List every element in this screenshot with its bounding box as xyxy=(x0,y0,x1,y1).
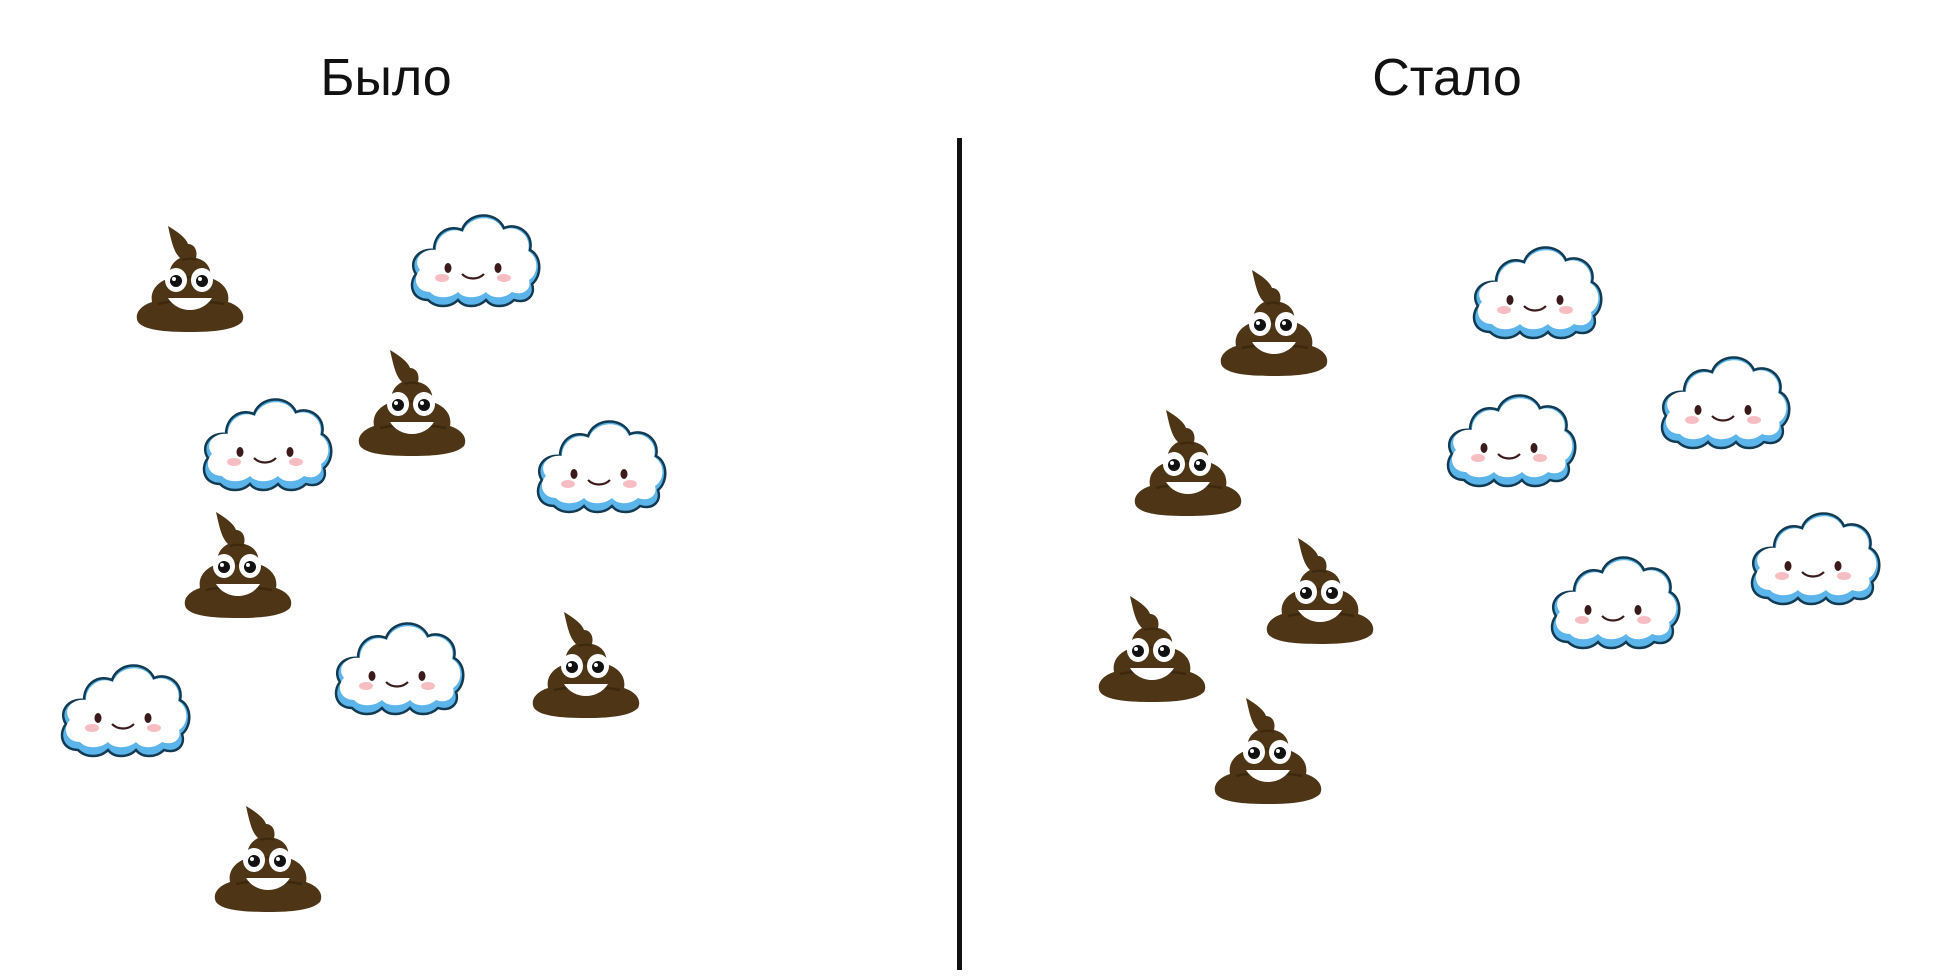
cloud-icon xyxy=(56,654,192,758)
cloud-icon xyxy=(198,388,334,492)
panel-title-before: Было xyxy=(320,49,452,107)
poop-icon xyxy=(1096,592,1208,702)
panel-title-after: Стало xyxy=(1372,49,1522,107)
poop-icon xyxy=(1212,694,1324,804)
poop-icon xyxy=(356,346,468,456)
poop-icon xyxy=(530,608,642,718)
poop-icon xyxy=(182,508,294,618)
cloud-icon xyxy=(1468,236,1604,340)
poop-icon xyxy=(1218,266,1330,376)
cloud-icon xyxy=(330,612,466,716)
cloud-icon xyxy=(1546,546,1682,650)
cloud-icon xyxy=(1656,346,1792,450)
cloud-icon xyxy=(1442,384,1578,488)
poop-icon xyxy=(134,222,246,332)
panel-divider xyxy=(957,138,962,970)
poop-icon xyxy=(212,802,324,912)
poop-icon xyxy=(1264,534,1376,644)
cloud-icon xyxy=(406,204,542,308)
cloud-icon xyxy=(532,410,668,514)
cloud-icon xyxy=(1746,502,1882,606)
poop-icon xyxy=(1132,406,1244,516)
